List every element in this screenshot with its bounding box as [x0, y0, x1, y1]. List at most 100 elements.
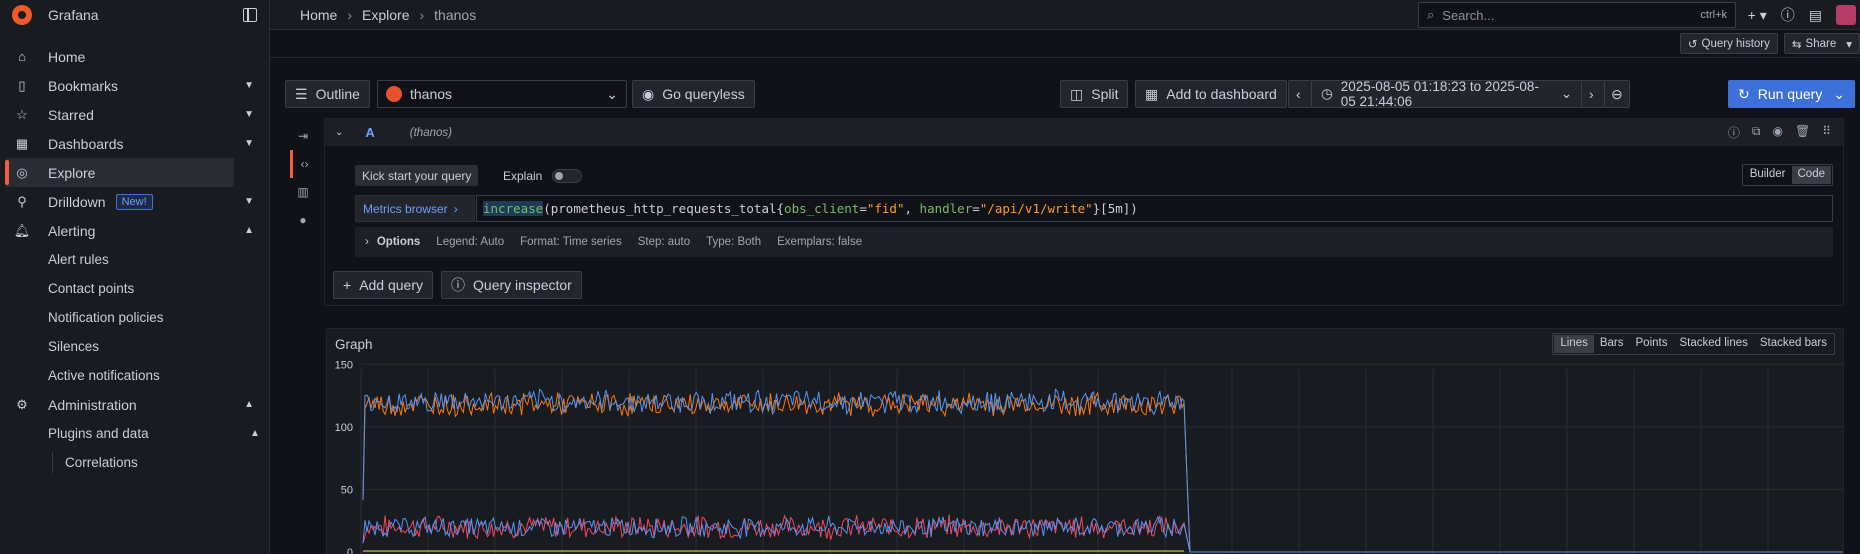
datasource-logo-icon[interactable]: ●	[290, 206, 316, 234]
duplicate-icon[interactable]: ⧉	[1752, 124, 1761, 141]
new-badge: New!	[115, 193, 153, 210]
kick-start-button[interactable]: Kick start your query	[355, 165, 479, 186]
sidebar-item-correlations[interactable]: Correlations	[0, 448, 269, 477]
avatar[interactable]	[1836, 5, 1856, 25]
query-label-key: obs_client	[784, 201, 860, 216]
split-button[interactable]: ◫ Split	[1060, 80, 1129, 108]
chevron-up-icon[interactable]: ▲	[244, 225, 254, 236]
series-line[interactable]	[362, 514, 1843, 553]
chevron-up-icon[interactable]: ▲	[250, 428, 260, 439]
bookmark-icon: ▯	[18, 77, 26, 93]
sidebar-item-administration[interactable]: ⚙ Administration ▲	[0, 390, 254, 419]
sidebar-item-drilldown[interactable]: ⚲ Drilldown New! ▼	[0, 187, 254, 216]
breadcrumb-explore[interactable]: Explore	[362, 7, 409, 23]
sidebar-item-bookmarks[interactable]: ▯ Bookmarks ▼	[0, 71, 254, 100]
sidebar-item-alerting[interactable]: 🔔︎ Alerting ▲	[0, 216, 254, 245]
add-to-dashboard-label: Add to dashboard	[1166, 86, 1277, 102]
query-actions: ⓘ ⧉ ◉ 🗑︎ ⠿	[1728, 124, 1843, 141]
add-query-button[interactable]: + Add query	[333, 271, 434, 299]
code-mode-button[interactable]: Code	[1791, 166, 1831, 184]
sidebar-item-plugins-and-data[interactable]: Plugins and data ▲	[0, 419, 269, 448]
refresh-icon: ↻	[1738, 85, 1750, 102]
datasource-label: thanos	[410, 86, 453, 102]
sidebar-item-home[interactable]: ⌂ Home	[0, 42, 234, 71]
query-inspector-button[interactable]: ⓘ Query inspector	[441, 271, 582, 299]
chevron-down-icon[interactable]: ⌄	[1833, 86, 1845, 103]
query-history-button[interactable]: ↺ Query history	[1679, 33, 1778, 54]
help-icon[interactable]: ⓘ	[1781, 5, 1795, 25]
help-icon[interactable]: ⓘ	[1728, 124, 1740, 141]
chevron-down-icon[interactable]: ▼	[244, 109, 254, 120]
share-button[interactable]: ⇆ Share ▾	[1783, 33, 1860, 54]
options-legend: Legend: Auto	[436, 236, 505, 248]
query-label-value: "fid"	[866, 201, 905, 216]
add-to-dashboard-button[interactable]: ▦ Add to dashboard	[1135, 80, 1287, 108]
explore-toolbar: ☰ Outline thanos ⌄ ◉ Go queryless ◫ Spli…	[285, 79, 1860, 109]
metrics-browser-button[interactable]: Metrics browser ›	[355, 195, 475, 222]
compass-icon: ◎	[16, 164, 28, 180]
code-icon[interactable]: ‹›	[290, 150, 316, 178]
search-placeholder: Search...	[1442, 7, 1495, 23]
sidebar-item-label: Plugins and data	[48, 426, 149, 441]
zoom-out-button[interactable]: ⊖	[1604, 80, 1630, 108]
sidebar-header: Grafana	[0, 0, 269, 30]
options-step: Step: auto	[637, 236, 691, 248]
collapse-outline-icon[interactable]: ⇥	[290, 122, 316, 150]
plus-icon[interactable]: + ▾	[1748, 7, 1767, 24]
query-editor[interactable]: increase (prometheus_http_requests_total{…	[476, 195, 1833, 222]
sidebar-nav: ⌂ Home ▯ Bookmarks ▼ ☆ Starred ▼ ▦ Dashb…	[0, 42, 269, 477]
sidebar-item-silences[interactable]: Silences	[0, 332, 269, 361]
breadcrumb-current: thanos	[434, 6, 477, 23]
search-shortcut: ctrl+k	[1700, 9, 1727, 21]
sidebar-item-explore[interactable]: ◎ Explore	[5, 158, 234, 187]
timeseries-chart[interactable]: 0 50 100 150	[327, 329, 1845, 554]
sidebar-item-starred[interactable]: ☆ Starred ▼	[0, 100, 254, 129]
chevron-up-icon[interactable]: ▲	[244, 399, 254, 410]
eye-icon[interactable]: ◉	[1772, 124, 1782, 141]
chevron-right-icon: ›	[419, 6, 425, 23]
top-bar-actions: + ▾ ⓘ ▤	[1748, 0, 1860, 30]
time-range-picker[interactable]: ◷ 2025-08-05 01:18:23 to 2025-08-05 21:4…	[1311, 79, 1582, 109]
bell-icon: 🔔︎	[13, 222, 31, 238]
time-forward-button[interactable]: ›	[1581, 80, 1605, 108]
y-tick-label: 0	[347, 547, 353, 554]
grafana-logo-icon[interactable]	[12, 5, 32, 25]
search-icon: ⌕	[1427, 7, 1435, 22]
chevron-down-icon[interactable]: ▼	[244, 80, 254, 91]
time-back-button[interactable]: ‹	[1288, 80, 1312, 108]
split-label: Split	[1091, 86, 1119, 102]
y-tick-label: 150	[335, 359, 353, 371]
chevron-down-icon[interactable]: ▾	[1846, 37, 1852, 51]
sidebar-item-notification-policies[interactable]: Notification policies	[0, 303, 269, 332]
clock-icon: ◷	[1321, 86, 1333, 101]
query-inspector-label: Query inspector	[473, 277, 572, 293]
sidebar-item-dashboards[interactable]: ▦ Dashboards ▼	[0, 129, 254, 158]
chevron-down-icon[interactable]: ▼	[244, 138, 254, 149]
sidebar: Grafana ⌂ Home ▯ Bookmarks ▼ ☆ Starred ▼…	[0, 0, 270, 554]
query-buttons: + Add query ⓘ Query inspector	[333, 271, 582, 299]
sidebar-item-contact-points[interactable]: Contact points	[0, 274, 269, 303]
sidebar-item-label: Alerting	[48, 222, 96, 239]
grafana-explore: Grafana ⌂ Home ▯ Bookmarks ▼ ☆ Starred ▼…	[0, 0, 1860, 554]
query-letter[interactable]: A	[365, 125, 374, 140]
go-queryless-button[interactable]: ◉ Go queryless	[632, 80, 755, 108]
query-history-label: Query history	[1701, 37, 1770, 50]
graph-bar-icon[interactable]: ▥	[290, 178, 316, 206]
search-input[interactable]: ⌕ Search... ctrl+k	[1418, 2, 1736, 28]
datasource-picker[interactable]: thanos ⌄	[377, 80, 627, 108]
sidebar-item-active-notifications[interactable]: Active notifications	[0, 361, 269, 390]
breadcrumb-home[interactable]: Home	[300, 7, 337, 23]
trash-icon[interactable]: 🗑︎	[1795, 124, 1810, 141]
collapse-chevron-icon[interactable]: ⌄	[335, 127, 343, 138]
dock-menu-icon[interactable]	[243, 8, 257, 22]
run-query-button[interactable]: ↻ Run query ⌄	[1728, 80, 1855, 108]
builder-mode-button[interactable]: Builder	[1744, 166, 1792, 184]
drag-handle-icon[interactable]: ⠿	[1822, 124, 1831, 141]
outline-button[interactable]: ☰ Outline	[285, 80, 370, 108]
sidebar-item-alert-rules[interactable]: Alert rules	[0, 245, 269, 274]
query-options-row[interactable]: › Options Legend: Auto Format: Time seri…	[355, 227, 1833, 257]
sidebar-item-label: Dashboards	[48, 135, 124, 152]
news-icon[interactable]: ▤	[1809, 7, 1822, 24]
chevron-down-icon[interactable]: ▼	[244, 196, 254, 207]
explain-toggle[interactable]	[552, 168, 583, 183]
